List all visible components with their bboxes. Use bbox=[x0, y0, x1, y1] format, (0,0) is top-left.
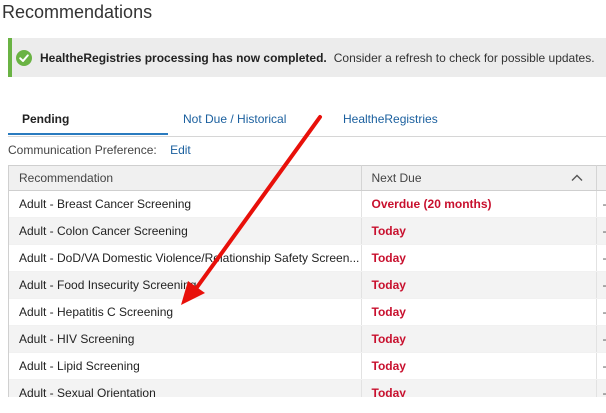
next-due-cell: Today bbox=[361, 298, 597, 326]
table-row[interactable]: Adult - HIV Screening Today - bbox=[9, 325, 606, 353]
communication-preference: Communication Preference: Edit bbox=[8, 143, 191, 157]
last-cell: - bbox=[596, 244, 606, 272]
edit-link[interactable]: Edit bbox=[170, 143, 191, 157]
last-cell: - bbox=[596, 217, 606, 245]
recommendations-grid: Recommendation Next Due L Adult - Breast… bbox=[8, 165, 606, 397]
table-row[interactable]: Adult - Food Insecurity Screening Today … bbox=[9, 271, 606, 299]
last-cell: - bbox=[596, 352, 606, 380]
tab-pending[interactable]: Pending bbox=[8, 106, 168, 135]
next-due-cell: Today bbox=[361, 217, 597, 245]
tab-healtheregistries[interactable]: HealtheRegistries bbox=[343, 106, 438, 135]
next-due-cell: Today bbox=[361, 244, 597, 272]
last-cell: - bbox=[596, 190, 606, 218]
tab-bar: Pending Not Due / Historical HealtheRegi… bbox=[8, 106, 606, 137]
table-row[interactable]: Adult - Lipid Screening Today - bbox=[9, 352, 606, 380]
next-due-cell: Overdue (20 months) bbox=[361, 190, 597, 218]
recommendation-cell: Adult - HIV Screening bbox=[9, 325, 362, 353]
last-cell: - bbox=[596, 298, 606, 326]
recommendation-cell: Adult - Lipid Screening bbox=[9, 352, 362, 380]
check-circle-icon bbox=[16, 49, 32, 66]
recommendation-cell: Adult - DoD/VA Domestic Violence/Relatio… bbox=[9, 244, 362, 272]
recommendation-cell: Adult - Breast Cancer Screening bbox=[9, 190, 362, 218]
recommendations-table: Recommendation Next Due L Adult - Breast… bbox=[9, 165, 606, 397]
column-header-recommendation[interactable]: Recommendation bbox=[9, 165, 362, 191]
last-cell: - bbox=[596, 271, 606, 299]
chevron-up-icon[interactable] bbox=[570, 171, 584, 185]
next-due-cell: Today bbox=[361, 352, 597, 380]
table-row[interactable]: Adult - Hepatitis C Screening Today - bbox=[9, 298, 606, 326]
column-header-next-due-label: Next Due bbox=[371, 171, 422, 185]
last-cell: - bbox=[596, 379, 606, 397]
last-cell: - bbox=[596, 325, 606, 353]
recommendation-cell: Adult - Sexual Orientation bbox=[9, 379, 362, 397]
banner-message: Consider a refresh to check for possible… bbox=[333, 50, 595, 65]
page-title: Recommendations bbox=[2, 2, 153, 22]
column-header-last[interactable]: L bbox=[596, 165, 606, 191]
communication-preference-label: Communication Preference: bbox=[8, 143, 157, 157]
tab-not-due-historical[interactable]: Not Due / Historical bbox=[183, 106, 286, 135]
recommendation-cell: Adult - Colon Cancer Screening bbox=[9, 217, 362, 245]
table-row[interactable]: Adult - Breast Cancer Screening Overdue … bbox=[9, 190, 606, 218]
next-due-cell: Today bbox=[361, 325, 597, 353]
next-due-cell: Today bbox=[361, 271, 597, 299]
table-header-row: Recommendation Next Due L bbox=[9, 165, 606, 191]
table-row[interactable]: Adult - Colon Cancer Screening Today - bbox=[9, 217, 606, 245]
column-header-next-due[interactable]: Next Due bbox=[361, 165, 597, 191]
table-row[interactable]: Adult - Sexual Orientation Today - bbox=[9, 379, 606, 397]
recommendation-cell: Adult - Food Insecurity Screening bbox=[9, 271, 362, 299]
recommendation-cell: Adult - Hepatitis C Screening bbox=[9, 298, 362, 326]
next-due-cell: Today bbox=[361, 379, 597, 397]
status-banner: HealtheRegistries processing has now com… bbox=[8, 38, 606, 77]
table-row[interactable]: Adult - DoD/VA Domestic Violence/Relatio… bbox=[9, 244, 606, 272]
banner-message-strong: HealtheRegistries processing has now com… bbox=[40, 50, 327, 65]
